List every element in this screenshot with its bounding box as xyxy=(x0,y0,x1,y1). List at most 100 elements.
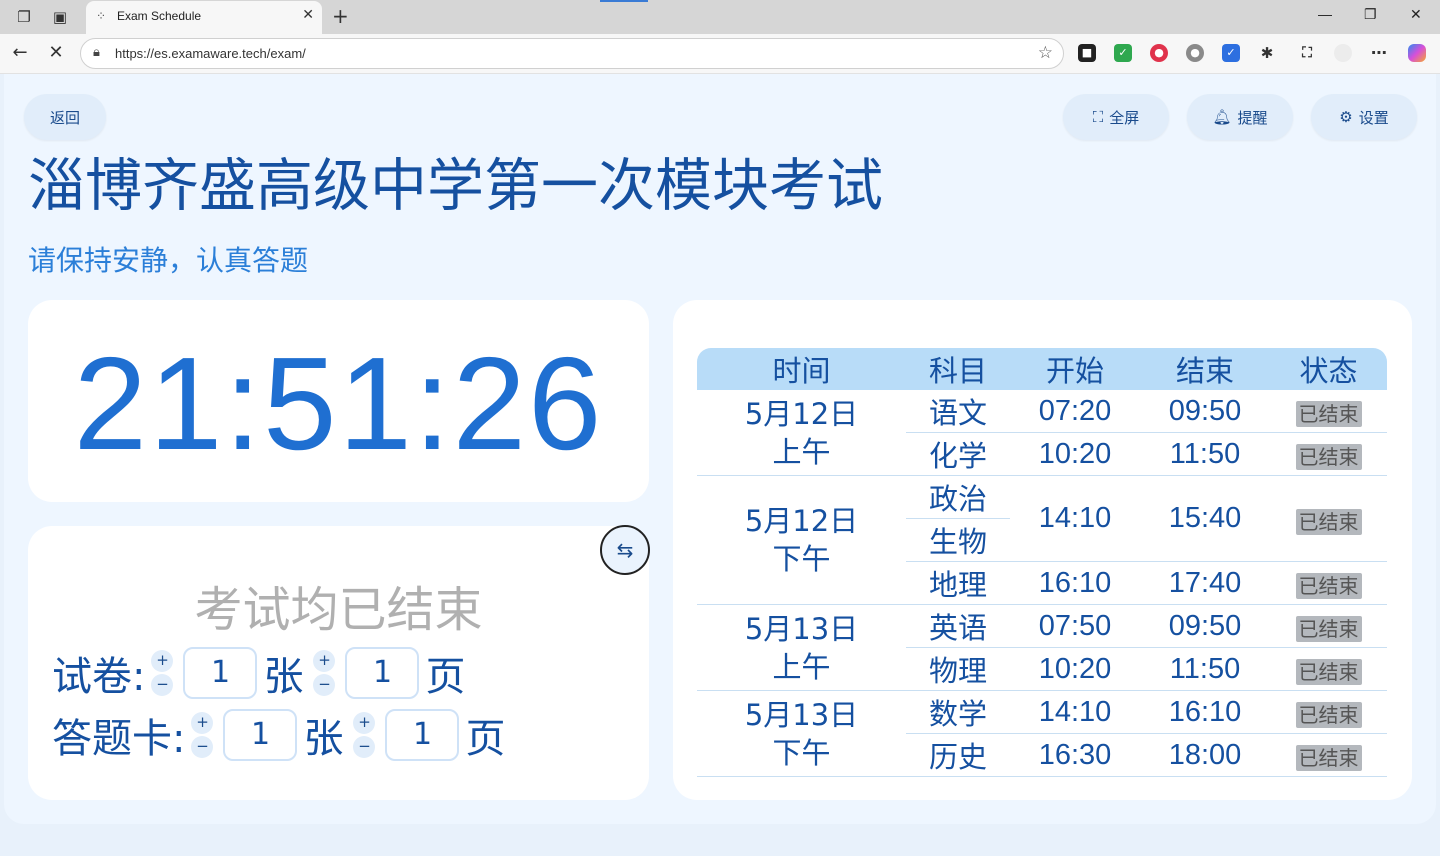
more-menu-icon[interactable]: ⋯ xyxy=(1370,44,1388,62)
paper-sheets-increment-button[interactable]: + xyxy=(151,650,174,672)
card-pages-stepper: + − xyxy=(353,712,376,758)
schedule-card: 时间 科目 开始 结束 状态 5月12日 上午 语文 07:20 09:50 已… xyxy=(673,300,1412,800)
vertical-tabs-icon[interactable]: ▣ xyxy=(50,7,70,27)
table-row: 5月13日 下午 数学 14:10 16:10 已结束 xyxy=(697,690,1387,777)
paper-count-row: 试卷: + − 1 张 + − 1 页 xyxy=(52,644,469,702)
start-time-cell: 07:50 xyxy=(1010,604,1140,648)
swap-layout-button[interactable]: ⇆ xyxy=(600,525,650,575)
extensions-puzzle-icon[interactable]: ✱ xyxy=(1258,44,1276,62)
card-pages-increment-button[interactable]: + xyxy=(353,712,376,734)
bell-icon: 🔔︎ xyxy=(1212,108,1232,126)
header-end: 结束 xyxy=(1140,348,1270,390)
paper-sheets-decrement-button[interactable]: − xyxy=(151,674,174,696)
current-time: 21:51:26 xyxy=(73,330,604,477)
paper-pages-decrement-button[interactable]: − xyxy=(313,674,336,696)
status-badge: 已结束 xyxy=(1295,401,1362,427)
close-tab-icon[interactable]: ✕ xyxy=(302,7,314,23)
card-sheets-increment-button[interactable]: + xyxy=(191,712,214,734)
card-pages-decrement-button[interactable]: − xyxy=(353,736,376,758)
fullscreen-icon: ⛶ xyxy=(1092,108,1104,126)
answer-card-label: 答题卡: xyxy=(52,716,186,762)
header-start: 开始 xyxy=(1010,348,1140,390)
end-time-cell: 11:50 xyxy=(1140,432,1270,476)
paper-sheets-stepper: + − xyxy=(151,650,174,696)
favorite-star-icon[interactable]: ☆ xyxy=(1038,43,1053,63)
reminder-button[interactable]: 🔔︎ 提醒 xyxy=(1187,94,1293,140)
card-sheets-decrement-button[interactable]: − xyxy=(191,736,214,758)
profile-avatar[interactable] xyxy=(1334,44,1352,62)
schedule-date-cell: 5月13日 下午 xyxy=(697,690,906,777)
paper-sheets-input[interactable]: 1 xyxy=(183,647,258,699)
extension-icon-5[interactable]: ✓ xyxy=(1222,44,1240,62)
subject-cell: 生物 xyxy=(906,518,1010,562)
fullscreen-button[interactable]: ⛶ 全屏 xyxy=(1063,94,1169,140)
clock-card: 21:51:26 xyxy=(28,300,649,502)
subject-cell: 政治 xyxy=(906,475,1010,519)
tab-title: Exam Schedule xyxy=(117,9,202,23)
table-row: 5月12日 下午 政治 14:10 15:40 已结束 xyxy=(697,475,1387,605)
status-cell: 已结束 xyxy=(1270,690,1387,734)
end-time-cell: 15:40 xyxy=(1140,475,1270,562)
close-window-icon[interactable]: ✕ xyxy=(1410,6,1422,23)
answer-card-count-row: 答题卡: + − 1 张 + − 1 页 xyxy=(52,706,509,764)
lock-icon[interactable]: 🔒︎ xyxy=(93,45,100,60)
status-badge: 已结束 xyxy=(1295,508,1362,535)
table-row: 5月13日 上午 英语 07:50 09:50 已结束 xyxy=(697,604,1387,691)
status-cell: 已结束 xyxy=(1270,390,1387,433)
date-label: 5月13日 xyxy=(744,611,859,646)
back-arrow-icon[interactable]: ← xyxy=(9,42,31,63)
date-label: 5月12日 xyxy=(744,504,859,538)
schedule-date-cell: 5月12日 上午 xyxy=(697,390,906,476)
subject-cell: 化学 xyxy=(906,432,1010,476)
schedule-header-row: 时间 科目 开始 结束 状态 xyxy=(697,348,1387,390)
minimize-icon[interactable]: — xyxy=(1318,6,1332,22)
exam-title: 淄博齐盛高级中学第一次模块考试 xyxy=(28,153,883,219)
address-bar[interactable]: 🔒︎ https://es.examaware.tech/exam/ ☆ xyxy=(80,38,1064,69)
browser-toolbar: ← ✕ 🔒︎ https://es.examaware.tech/exam/ ☆… xyxy=(0,34,1440,74)
extension-icon-1[interactable]: ■ xyxy=(1078,44,1096,62)
stop-loading-icon[interactable]: ✕ xyxy=(45,42,67,63)
status-cell: 已结束 xyxy=(1270,561,1387,605)
settings-button[interactable]: ⚙ 设置 xyxy=(1311,94,1417,140)
swap-arrows-icon: ⇆ xyxy=(616,538,634,562)
subject-cell: 数学 xyxy=(906,690,1010,734)
workspaces-icon[interactable]: ❐ xyxy=(14,7,34,27)
status-cell: 已结束 xyxy=(1270,475,1387,562)
card-page-unit: 页 xyxy=(465,716,506,762)
new-tab-icon[interactable]: + xyxy=(332,4,349,28)
subject-cell: 历史 xyxy=(906,733,1010,777)
screenshot-icon[interactable]: ⛶ xyxy=(1298,44,1316,62)
paper-pages-stepper: + − xyxy=(313,650,336,696)
schedule-date-cell: 5月13日 上午 xyxy=(697,604,906,691)
restore-icon[interactable]: ❐ xyxy=(1364,6,1377,23)
status-cell: 已结束 xyxy=(1270,604,1387,648)
status-cell: 已结束 xyxy=(1270,432,1387,476)
status-badge: 已结束 xyxy=(1295,702,1362,728)
extension-icon-4[interactable]: ● xyxy=(1186,44,1204,62)
period-label: 下午 xyxy=(772,542,831,576)
card-pages-input[interactable]: 1 xyxy=(385,709,460,761)
card-sheets-input[interactable]: 1 xyxy=(223,709,298,761)
status-card: 考试均已结束 试卷: + − 1 张 + − 1 页 答题卡: + − 1 张 xyxy=(28,526,649,800)
header-subject: 科目 xyxy=(906,348,1010,390)
paper-pages-increment-button[interactable]: + xyxy=(313,650,336,672)
period-label: 下午 xyxy=(772,735,831,770)
back-button[interactable]: 返回 xyxy=(24,94,106,140)
paper-pages-input[interactable]: 1 xyxy=(345,647,420,699)
period-label: 上午 xyxy=(772,434,831,469)
status-cell: 已结束 xyxy=(1270,733,1387,777)
header-status: 状态 xyxy=(1270,348,1387,390)
start-time-cell: 10:20 xyxy=(1010,647,1140,691)
status-badge: 已结束 xyxy=(1295,444,1362,470)
schedule-date-cell: 5月12日 下午 xyxy=(697,475,906,605)
subject-cell: 物理 xyxy=(906,647,1010,691)
url-text[interactable]: https://es.examaware.tech/exam/ xyxy=(115,46,306,61)
status-badge: 已结束 xyxy=(1295,659,1362,685)
extension-icon-3[interactable]: ● xyxy=(1150,44,1168,62)
fullscreen-button-label: 全屏 xyxy=(1109,108,1140,127)
paper-label: 试卷: xyxy=(52,654,146,700)
copilot-icon[interactable] xyxy=(1408,44,1426,62)
shield-extension-icon[interactable]: ✓ xyxy=(1114,44,1132,62)
paper-page-unit: 页 xyxy=(425,654,466,700)
browser-tab-active[interactable]: ⁘ Exam Schedule ✕ xyxy=(86,1,322,34)
